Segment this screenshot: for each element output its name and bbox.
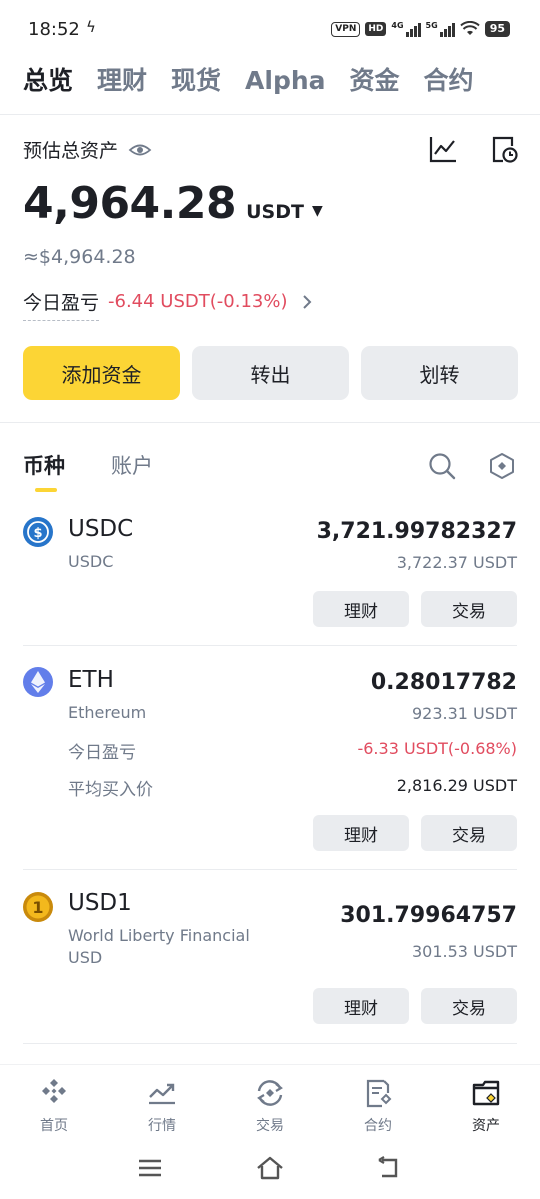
coin-name: Ethereum [68,703,147,722]
status-time: 18:52 [28,19,80,40]
vpn-indicator: VPN [331,21,361,37]
header-divider [0,114,540,115]
coin-item-usdc[interactable]: $ USDC USDC 3,721.99782327 3,722.37 USDT… [0,510,540,645]
usdc-logo-icon: $ [23,517,53,547]
coin-pnl-label: 今日盈亏 [68,743,136,763]
signal-4g-icon: 4G [391,21,421,37]
coin-pnl-value: -6.33 USDT(-0.68%) [357,739,517,758]
nav-label: 交易 [256,1118,284,1134]
back-icon[interactable] [376,1154,404,1182]
lightning-icon: ϟ [86,18,96,36]
futures-icon [366,1079,392,1108]
tab-futures[interactable]: 合约 [424,62,474,100]
earn-button[interactable]: 理财 [313,591,409,627]
signal-5g-label: 5G [425,21,438,30]
battery-indicator: 95 [484,21,510,37]
nav-label: 首页 [40,1118,68,1134]
avg-price-label: 平均买入价 [68,780,153,800]
transfer-button[interactable]: 划转 [361,346,518,400]
list-divider [23,1043,517,1044]
coin-item-usd1[interactable]: 1 USD1 World Liberty Financial USD 301.7… [0,884,540,1044]
withdraw-button[interactable]: 转出 [192,346,349,400]
coin-symbol: ETH [68,667,114,693]
coin-name: World Liberty Financial USD [68,926,250,967]
coin-symbol: USD1 [68,890,132,916]
today-pnl-label: 今日盈亏 [23,288,100,321]
nav-label: 合约 [364,1118,392,1134]
tab-earn[interactable]: 理财 [97,62,147,100]
coin-fiat-value: 923.31 USDT [411,704,517,723]
caret-down-icon[interactable]: ▼ [312,203,323,219]
wallet-icon [472,1080,500,1106]
add-funds-button[interactable]: 添加资金 [23,346,180,400]
menu-icon[interactable] [136,1154,164,1182]
system-nav-bar [0,1146,540,1199]
pnl-chart-icon[interactable] [428,134,458,164]
total-balance: 4,964.28 [23,178,237,229]
estimated-assets-row: 预估总资产 [23,136,152,163]
nav-label: 资产 [472,1118,500,1134]
nav-label: 行情 [148,1118,176,1134]
svg-text:$: $ [33,526,42,541]
nav-futures[interactable]: 合约 [324,1065,432,1144]
eye-icon[interactable] [128,141,152,159]
earn-button[interactable]: 理财 [313,815,409,851]
svg-text:1: 1 [32,898,43,917]
signal-4g-label: 4G [391,21,404,30]
tab-overview[interactable]: 总览 [23,62,73,100]
bottom-nav: 首页 行情 交易 合约 资产 [0,1064,540,1144]
usd1-logo-icon: 1 [23,892,53,922]
tab-coins[interactable]: 币种 [23,450,65,492]
coin-name: USDC [68,552,114,571]
nav-markets[interactable]: 行情 [108,1065,216,1144]
coin-amount: 0.28017782 [370,670,517,695]
tab-accounts[interactable]: 账户 [111,450,153,482]
tab-spot[interactable]: 现货 [171,62,221,100]
settings-hex-icon[interactable] [489,452,515,480]
nav-assets[interactable]: 资产 [432,1065,540,1144]
earn-button[interactable]: 理财 [313,988,409,1024]
history-icon[interactable] [490,134,518,164]
status-icons: VPN HD 4G 5G 95 [331,21,510,37]
estimated-assets-label: 预估总资产 [23,140,119,162]
action-buttons: 添加资金 转出 划转 [23,346,518,400]
top-tabs: 总览 理财 现货 Alpha 资金 合约 [23,62,498,100]
coin-amount: 301.79964757 [340,903,517,928]
search-icon[interactable] [428,452,456,480]
tab-alpha[interactable]: Alpha [245,62,325,100]
coin-item-eth[interactable]: ETH Ethereum 0.28017782 923.31 USDT 今日盈亏… [0,660,540,868]
hd-indicator: HD [365,22,387,36]
eth-logo-icon [23,667,53,697]
today-pnl-row[interactable]: 今日盈亏 -6.44 USDT(-0.13%) [23,288,312,321]
coin-amount: 3,721.99782327 [316,519,517,544]
fiat-balance: ≈$4,964.28 [23,246,136,268]
trade-button[interactable]: 交易 [421,815,517,851]
coin-symbol: USDC [68,516,134,542]
markets-icon [149,1083,175,1105]
list-divider [23,645,517,646]
asset-sub-tabs: 币种 账户 [23,450,199,492]
coin-fiat-value: 3,722.37 USDT [396,553,517,572]
home-button-icon[interactable] [256,1154,284,1182]
trade-button[interactable]: 交易 [421,591,517,627]
coin-fiat-value: 301.53 USDT [411,942,517,961]
avg-price-value: 2,816.29 USDT [396,776,517,795]
nav-home[interactable]: 首页 [0,1065,108,1144]
chevron-right-icon [302,295,311,309]
wifi-icon [459,21,480,35]
nav-trade[interactable]: 交易 [216,1065,324,1144]
trade-icon [257,1080,283,1106]
status-bar: 18:52 ϟ VPN HD 4G 5G 95 [0,0,540,60]
home-icon [42,1079,66,1103]
section-divider [0,422,540,423]
tab-funding[interactable]: 资金 [350,62,400,100]
balance-currency-selector[interactable]: USDT [246,201,304,223]
today-pnl-value: -6.44 USDT(-0.13%) [108,291,288,312]
signal-5g-icon: 5G [426,21,455,37]
list-divider [23,869,517,870]
trade-button[interactable]: 交易 [421,988,517,1024]
balance-row: 4,964.28 USDT ▼ [23,178,323,229]
